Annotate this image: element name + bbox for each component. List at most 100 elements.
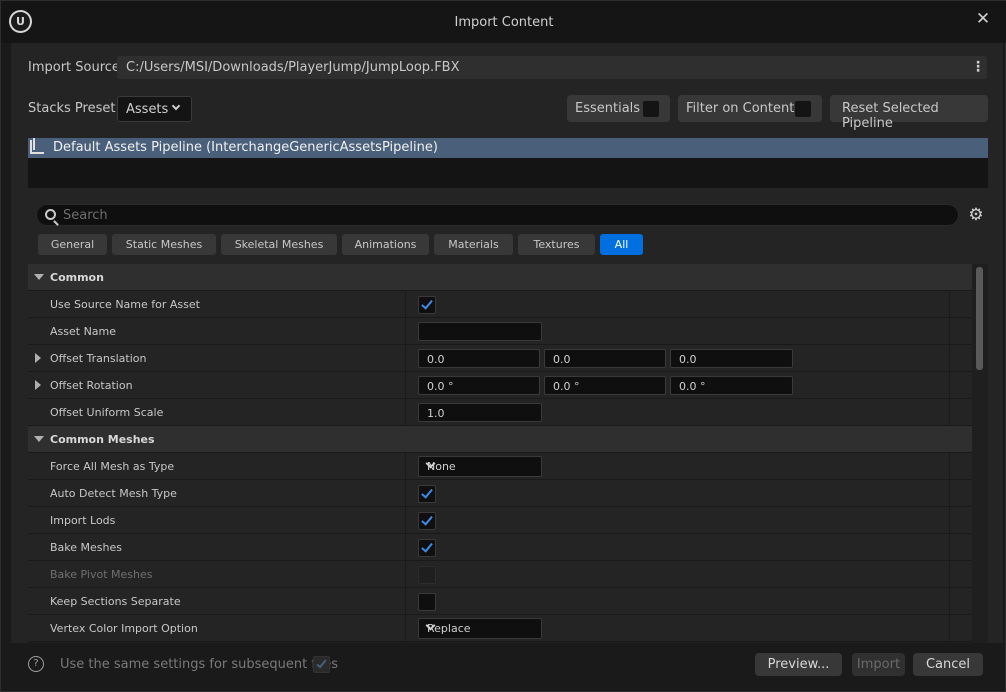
property-row-offset-rotation: Offset Rotation 0.0 ° 0.0 ° 0.0 ° (28, 372, 972, 399)
collapse-arrow-icon[interactable] (34, 274, 44, 280)
column-divider (405, 345, 406, 372)
offset-rotation-x: 0.0 ° (427, 380, 454, 393)
category-label: Common Meshes (50, 433, 155, 446)
bake-meshes-checkbox[interactable] (418, 539, 436, 557)
reset-selected-pipeline-label: Reset Selected Pipeline (842, 101, 939, 131)
tab-skeletal-meshes[interactable]: Skeletal Meshes (221, 234, 337, 255)
pipeline-row-default-assets[interactable]: Default Assets Pipeline (InterchangeGene… (28, 138, 988, 158)
pipeline-name: Default Assets Pipeline (InterchangeGene… (53, 140, 438, 155)
checkmark-icon (421, 513, 433, 526)
tab-animations[interactable]: Animations (342, 234, 429, 255)
column-divider (949, 480, 950, 507)
search-box[interactable] (36, 204, 959, 226)
column-divider (949, 453, 950, 480)
essentials-toggle[interactable]: Essentials (567, 95, 670, 122)
cancel-button[interactable]: Cancel (913, 653, 983, 676)
use-source-name-checkbox[interactable] (418, 296, 436, 314)
expand-arrow-icon[interactable] (35, 353, 41, 363)
essentials-label: Essentials (575, 101, 641, 116)
auto-detect-mesh-type-checkbox[interactable] (418, 485, 436, 503)
import-lods-checkbox[interactable] (418, 512, 436, 530)
checkmark-icon (421, 297, 433, 310)
tab-all[interactable]: All (600, 234, 643, 255)
column-divider (949, 615, 950, 642)
column-divider (949, 372, 950, 399)
checkmark-icon (316, 657, 327, 669)
column-divider (405, 561, 406, 588)
filter-on-contents-checkbox[interactable] (795, 101, 811, 117)
offset-translation-y: 0.0 (553, 353, 571, 366)
property-row-asset-name: Asset Name (28, 318, 972, 345)
column-divider (949, 291, 950, 318)
tab-static-meshes[interactable]: Static Meshes (112, 234, 216, 255)
import-button[interactable]: Import (852, 653, 905, 676)
property-label: Auto Detect Mesh Type (50, 487, 177, 500)
column-divider (405, 534, 406, 561)
collapse-arrow-icon[interactable] (34, 436, 44, 442)
property-label: Offset Uniform Scale (50, 406, 164, 419)
title-bar: U Import Content ✕ (1, 1, 1006, 43)
expand-arrow-icon[interactable] (35, 380, 41, 390)
stacks-preset-value: Assets (126, 102, 169, 117)
preview-button[interactable]: Preview... (755, 653, 842, 676)
column-divider (405, 291, 406, 318)
offset-rotation-y: 0.0 ° (553, 380, 580, 393)
same-settings-label: Use the same settings for subsequent fil… (60, 657, 338, 672)
column-divider (405, 453, 406, 480)
offset-rotation-y-input[interactable]: 0.0 ° (544, 376, 666, 395)
column-divider (949, 399, 950, 426)
offset-rotation-z-input[interactable]: 0.0 ° (670, 376, 793, 395)
property-label: Bake Pivot Meshes (50, 568, 153, 581)
same-settings-checkbox[interactable] (313, 656, 330, 673)
essentials-checkbox[interactable] (643, 101, 659, 117)
import-content-dialog: U Import Content ✕ Import Source C:/User… (0, 0, 1006, 692)
gear-icon[interactable]: ⚙ (967, 206, 985, 224)
import-source-path: C:/Users/MSI/Downloads/PlayerJump/JumpLo… (126, 60, 460, 75)
property-label: Bake Meshes (50, 541, 122, 554)
property-row-offset-uniform-scale: Offset Uniform Scale 1.0 (28, 399, 972, 426)
tab-textures[interactable]: Textures (518, 234, 595, 255)
tab-general[interactable]: General (38, 234, 107, 255)
search-input[interactable] (63, 207, 943, 224)
offset-translation-x: 0.0 (427, 353, 445, 366)
filter-on-contents-toggle[interactable]: Filter on Contents (678, 95, 822, 122)
category-common-meshes[interactable]: Common Meshes (28, 426, 972, 453)
force-all-mesh-as-type-dropdown[interactable]: None (418, 456, 542, 477)
tab-materials[interactable]: Materials (434, 234, 513, 255)
property-row-bake-meshes: Bake Meshes (28, 534, 972, 561)
property-label: Import Lods (50, 514, 116, 527)
column-divider (405, 318, 406, 345)
category-label: Common (50, 271, 104, 284)
kebab-menu-icon[interactable]: ⋮ (969, 56, 987, 79)
offset-translation-y-input[interactable]: 0.0 (544, 349, 666, 368)
offset-rotation-z: 0.0 ° (679, 380, 706, 393)
close-icon[interactable]: ✕ (973, 9, 993, 29)
column-divider (405, 507, 406, 534)
column-divider (405, 615, 406, 642)
help-icon[interactable]: ? (28, 656, 44, 672)
keep-sections-separate-checkbox[interactable] (418, 593, 436, 611)
property-label: Vertex Color Import Option (50, 622, 198, 635)
column-divider (949, 507, 950, 534)
vertex-color-import-option-dropdown[interactable]: Replace (418, 618, 542, 639)
stacks-preset-dropdown[interactable]: Assets (117, 96, 192, 122)
details-scrollbar[interactable] (972, 264, 988, 643)
import-source-label: Import Source (28, 60, 120, 75)
pipeline-icon-detail (33, 138, 40, 150)
asset-name-input[interactable] (418, 322, 542, 341)
category-common[interactable]: Common (28, 264, 972, 291)
offset-rotation-x-input[interactable]: 0.0 ° (418, 376, 540, 395)
offset-translation-z-input[interactable]: 0.0 (670, 349, 793, 368)
column-divider (405, 372, 406, 399)
scrollbar-thumb[interactable] (976, 267, 983, 370)
details-panel: Common Use Source Name for Asset Asset N… (28, 264, 972, 643)
offset-translation-x-input[interactable]: 0.0 (418, 349, 540, 368)
property-row-use-source-name: Use Source Name for Asset (28, 291, 972, 318)
property-label: Force All Mesh as Type (50, 460, 175, 473)
reset-selected-pipeline-button[interactable]: Reset Selected Pipeline (830, 95, 988, 131)
import-source-path-field[interactable]: C:/Users/MSI/Downloads/PlayerJump/JumpLo… (117, 56, 987, 79)
column-divider (949, 588, 950, 615)
offset-uniform-scale-input[interactable]: 1.0 (418, 403, 542, 422)
column-divider (949, 561, 950, 588)
search-icon (45, 209, 56, 220)
